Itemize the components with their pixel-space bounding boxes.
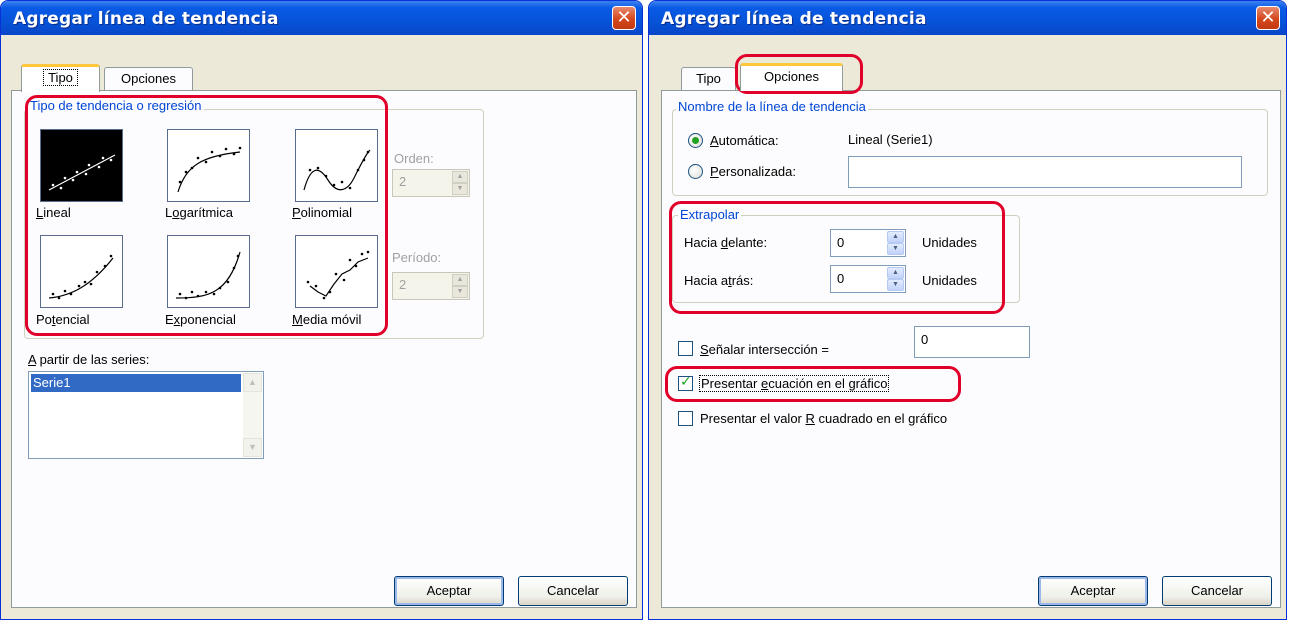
title-bar[interactable]: Agregar línea de tendencia ✕ <box>1 1 642 35</box>
series-scrollbar[interactable]: ▲ ▼ <box>243 373 262 457</box>
close-button[interactable]: ✕ <box>612 6 636 30</box>
show-equation-label: Presentar ecuación en el gráfico <box>698 375 890 392</box>
tab-panel: Tipo de tendencia o regresión Lineal Log… <box>11 90 637 608</box>
checkmark-icon: ✓ <box>680 374 692 390</box>
show-equation-checkbox[interactable]: ✓ <box>678 374 693 391</box>
forward-up-icon[interactable]: ▲ <box>887 231 904 243</box>
intercept-value: 0 <box>921 332 929 347</box>
custom-name-input[interactable] <box>848 156 1242 188</box>
intercept-checkbox[interactable] <box>678 341 693 356</box>
order-label: Orden: <box>394 151 434 166</box>
ok-button[interactable]: Aceptar <box>394 576 504 606</box>
tab-opciones-label: Opciones <box>764 69 819 84</box>
ok-button[interactable]: Aceptar <box>1038 576 1148 606</box>
close-icon: ✕ <box>616 7 632 28</box>
show-r2-checkbox[interactable] <box>678 411 693 426</box>
custom-name-label: Personalizada: <box>710 164 796 179</box>
linear-trend-icon <box>48 154 116 191</box>
title-bar[interactable]: Agregar línea de tendencia ✕ <box>649 1 1286 35</box>
backward-label: Hacia atrás: <box>684 273 754 288</box>
period-value: 2 <box>399 277 407 292</box>
trend-tile-exponencial[interactable] <box>167 235 250 308</box>
auto-name-value: Lineal (Serie1) <box>848 132 933 147</box>
auto-name-label: Automática: <box>710 133 779 148</box>
close-button[interactable]: ✕ <box>1256 6 1280 30</box>
tab-panel: Nombre de la línea de tendencia Automáti… <box>661 90 1281 608</box>
backward-units-label: Unidades <box>922 273 977 288</box>
power-trend-icon <box>48 254 114 300</box>
forward-value: 0 <box>837 235 845 250</box>
dialog-trendline-tipo: Agregar línea de tendencia ✕ Tipo Opcion… <box>0 0 643 620</box>
forward-units-label: Unidades <box>922 235 977 250</box>
close-icon: ✕ <box>1260 7 1276 28</box>
period-up-icon[interactable]: ▲ <box>452 274 468 286</box>
radio-selected-dot <box>692 137 699 144</box>
exponential-trend-icon <box>175 251 241 300</box>
scroll-down-icon[interactable]: ▼ <box>243 438 262 457</box>
moving-average-trend-icon <box>306 250 370 300</box>
dialog-trendline-opciones: Agregar línea de tendencia ✕ Tipo Opcion… <box>648 0 1287 620</box>
series-label: A partir de las series: <box>28 352 150 367</box>
period-label: Período: <box>392 250 442 265</box>
polynomial-trend-icon <box>303 149 371 191</box>
trend-tile-logaritmica[interactable] <box>167 129 250 202</box>
trend-tile-polinomial[interactable] <box>295 129 378 202</box>
trend-label-polinomial: Polinomial <box>292 205 352 220</box>
backward-up-icon[interactable]: ▲ <box>887 267 904 279</box>
trend-tile-media-movil[interactable] <box>295 235 378 308</box>
tab-opciones-label: Opciones <box>121 71 176 86</box>
cancel-button[interactable]: Cancelar <box>518 576 628 606</box>
intercept-label: Señalar intersección = <box>700 342 829 357</box>
trend-label-exponencial: Exponencial <box>165 312 236 327</box>
backward-down-icon[interactable]: ▼ <box>887 279 904 291</box>
trend-label-logaritmica: Logarítmica <box>165 205 233 220</box>
tab-tipo-label: Tipo <box>43 69 78 86</box>
trend-label-potencial: Potencial <box>36 312 90 327</box>
custom-name-radio[interactable] <box>688 164 703 179</box>
series-listbox[interactable]: Serie1 ▲ ▼ <box>28 371 264 459</box>
tab-tipo-label: Tipo <box>696 71 721 86</box>
tab-opciones[interactable]: Opciones <box>740 63 843 91</box>
tab-opciones[interactable]: Opciones <box>104 67 193 91</box>
intercept-input[interactable]: 0 <box>914 326 1030 358</box>
order-value: 2 <box>399 174 407 189</box>
order-up-icon[interactable]: ▲ <box>452 171 468 183</box>
scroll-up-icon[interactable]: ▲ <box>243 373 262 392</box>
forward-label: Hacia delante: <box>684 235 768 250</box>
tab-tipo[interactable]: Tipo <box>21 64 100 92</box>
extrapolate-legend: Extrapolar <box>678 207 742 222</box>
tab-tipo[interactable]: Tipo <box>681 67 736 91</box>
auto-name-radio[interactable] <box>688 133 703 148</box>
order-stepper[interactable]: 2 ▲ ▼ <box>392 169 470 197</box>
trend-tile-lineal[interactable] <box>40 129 123 202</box>
logarithmic-trend-icon <box>177 146 242 193</box>
trend-label-lineal: Lineal <box>36 205 71 220</box>
forward-down-icon[interactable]: ▼ <box>887 243 904 255</box>
list-item[interactable]: Serie1 <box>31 374 241 392</box>
forward-stepper[interactable]: 0 ▲ ▼ <box>830 229 906 257</box>
period-down-icon[interactable]: ▼ <box>452 286 468 298</box>
order-down-icon[interactable]: ▼ <box>452 183 468 195</box>
backward-stepper[interactable]: 0 ▲ ▼ <box>830 265 906 293</box>
period-stepper[interactable]: 2 ▲ ▼ <box>392 272 470 300</box>
dialog-title: Agregar línea de tendencia <box>13 9 279 29</box>
cancel-button[interactable]: Cancelar <box>1162 576 1272 606</box>
trend-label-media-movil: Media móvil <box>292 312 362 327</box>
trend-type-legend: Tipo de tendencia o regresión <box>28 98 204 113</box>
show-r2-label: Presentar el valor R cuadrado en el gráf… <box>700 411 948 426</box>
trend-tile-potencial[interactable] <box>40 235 123 308</box>
trendline-name-legend: Nombre de la línea de tendencia <box>676 99 868 114</box>
backward-value: 0 <box>837 271 845 286</box>
dialog-title: Agregar línea de tendencia <box>661 9 927 29</box>
